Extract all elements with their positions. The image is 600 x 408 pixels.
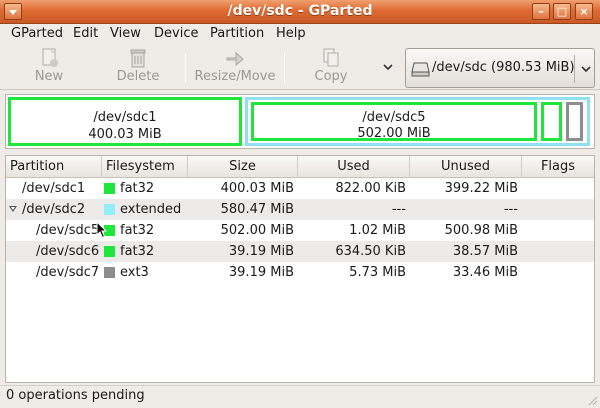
filesystem-color-swatch [104,204,115,215]
diskmap-extended-partition[interactable]: /dev/sdc5 502.00 MiB [245,97,590,146]
diskmap-partition-name: /dev/sdc1 [93,110,157,125]
table-row[interactable]: /dev/sdc6 fat32 39.19 MiB 634.50 KiB 38.… [6,241,594,262]
table-row[interactable]: /dev/sdc2 extended 580.47 MiB --- --- [6,199,594,220]
menu-bar: GParted Edit View Device Partition Help [0,24,600,45]
cell-size: 39.19 MiB [228,244,294,259]
menu-help[interactable]: Help [276,26,306,41]
cell-unused: 399.22 MiB [444,181,518,196]
delete-label: Delete [116,69,160,84]
partition-table: Partition Filesystem Size Used Unused Fl… [5,155,595,383]
window-title: /dev/sdc - GParted [227,3,373,19]
new-button[interactable]: New [20,47,78,89]
diskmap-partition-sdc1[interactable]: /dev/sdc1 400.03 MiB [8,97,242,146]
device-selector-separator [574,55,575,83]
new-icon [42,48,58,67]
mouse-cursor-icon [96,221,108,239]
cell-filesystem: fat32 [120,244,155,259]
menu-partition[interactable]: Partition [210,26,264,41]
menu-view[interactable]: View [110,26,141,41]
cell-partition: /dev/sdc2 [22,202,86,217]
cell-unused: 33.46 MiB [452,265,518,280]
menu-gparted[interactable]: GParted [11,26,63,41]
menu-edit[interactable]: Edit [73,26,98,41]
cell-partition: /dev/sdc5 [36,223,100,238]
col-unused[interactable]: Unused [410,156,522,178]
cell-filesystem: fat32 [120,223,155,238]
diskmap-partition-name: /dev/sdc5 [362,110,426,125]
resize-grip-icon[interactable] [586,394,598,406]
cell-size: 400.03 MiB [220,181,294,196]
cell-unused: 500.98 MiB [444,223,518,238]
cell-size: 39.19 MiB [228,265,294,280]
copy-label: Copy [314,69,348,84]
cell-partition: /dev/sdc7 [36,265,100,280]
cell-partition: /dev/sdc6 [36,244,100,259]
cell-used: 1.02 MiB [349,223,406,238]
cell-partition: /dev/sdc1 [22,181,86,196]
resize-move-icon [226,51,244,67]
chevron-down-icon[interactable] [382,62,394,72]
device-selector-label: /dev/sdc (980.53 MiB) [432,60,575,75]
filesystem-color-swatch [104,267,115,278]
cell-used: --- [391,202,406,217]
diskmap-partition-sdc7-wrap [566,102,587,141]
minimize-icon[interactable]: – [532,3,550,20]
cell-size: 502.00 MiB [220,223,294,238]
diskmap-partition-sdc5[interactable]: /dev/sdc5 502.00 MiB [251,102,537,141]
device-selector[interactable]: /dev/sdc (980.53 MiB) [405,48,595,88]
cell-filesystem: extended [120,202,182,217]
table-header: Partition Filesystem Size Used Unused Fl… [6,156,594,178]
resize-move-label: Resize/Move [194,69,276,84]
copy-button[interactable]: Copy [304,47,358,89]
diskmap-partition-sdc6[interactable] [541,102,562,141]
expander-icon[interactable] [9,206,17,212]
disk-map: /dev/sdc1 400.03 MiB /dev/sdc5 502.00 Mi… [5,94,595,149]
cell-used: 822.00 KiB [335,181,406,196]
cell-filesystem: fat32 [120,181,155,196]
cell-unused: 38.57 MiB [452,244,518,259]
col-used[interactable]: Used [298,156,410,178]
diskmap-partition-size: 502.00 MiB [357,126,431,141]
diskmap-partition-size: 400.03 MiB [88,127,162,142]
resize-move-button[interactable]: Resize/Move [193,47,277,89]
title-bar: /dev/sdc - GParted – □ × [0,0,600,24]
col-filesystem[interactable]: Filesystem [102,156,188,178]
status-text: 0 operations pending [6,388,145,403]
delete-icon [130,49,146,68]
cell-used: 5.73 MiB [349,265,406,280]
diskmap-partition-sdc7[interactable] [566,102,583,141]
chevron-down-icon [581,66,591,73]
close-icon[interactable]: × [575,3,593,20]
cell-unused: --- [503,202,518,217]
toolbar-separator [185,53,186,83]
status-bar: 0 operations pending [0,385,600,408]
drive-icon [411,62,430,77]
delete-button[interactable]: Delete [108,47,168,89]
toolbar-separator [284,53,285,83]
copy-icon [323,48,339,67]
table-row[interactable]: /dev/sdc7 ext3 39.19 MiB 5.73 MiB 33.46 … [6,262,594,283]
col-size[interactable]: Size [188,156,298,178]
cell-filesystem: ext3 [120,265,149,280]
table-row[interactable]: /dev/sdc1 fat32 400.03 MiB 822.00 KiB 39… [6,178,594,199]
col-flags[interactable]: Flags [522,156,594,178]
filesystem-color-swatch [104,183,115,194]
cell-used: 634.50 KiB [335,244,406,259]
menu-device[interactable]: Device [154,26,198,41]
table-row[interactable]: /dev/sdc5 fat32 502.00 MiB 1.02 MiB 500.… [6,220,594,241]
maximize-icon[interactable]: □ [553,3,571,20]
filesystem-color-swatch [104,246,115,257]
new-label: New [34,69,64,84]
col-partition[interactable]: Partition [6,156,102,178]
cell-size: 580.47 MiB [220,202,294,217]
